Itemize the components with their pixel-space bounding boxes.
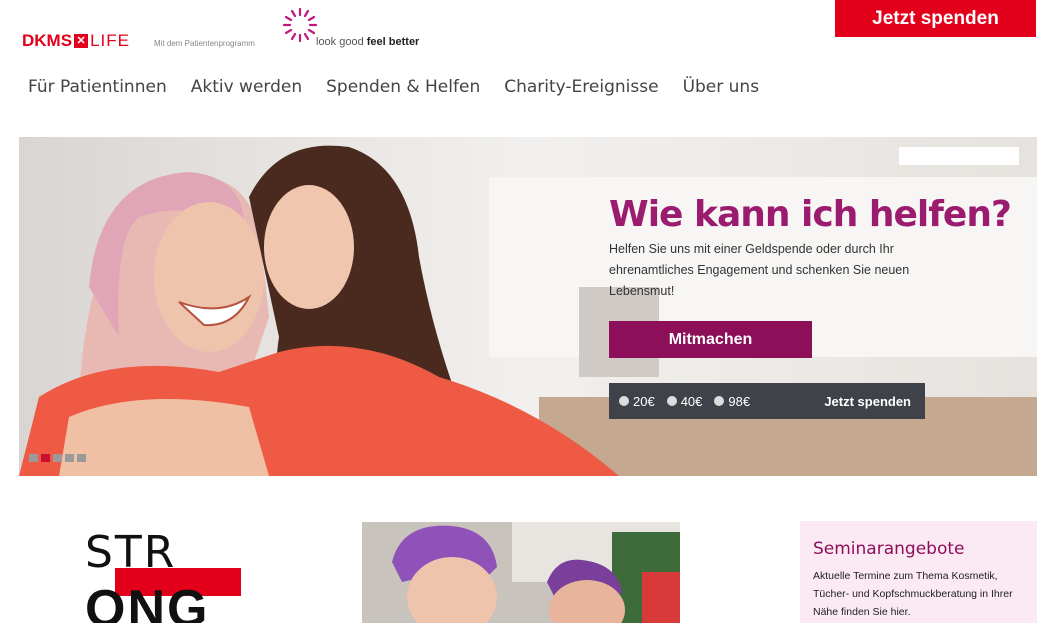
hero-description: Helfen Sie uns mit einer Geldspende oder… [609,242,910,298]
dkms-life-logo[interactable]: DKMS ✕ LIFE [22,31,130,51]
slider-dot-1[interactable] [29,454,38,462]
donate-option-label: 98€ [728,393,751,409]
donate-option-label: 40€ [680,393,703,409]
patients-teaser-image[interactable] [362,522,680,623]
radio-icon[interactable] [714,396,725,406]
donate-option-20[interactable]: 20€ [619,394,655,409]
donate-option-40[interactable]: 40€ [666,393,703,409]
slider-dot-5[interactable] [77,454,86,462]
slider-dot-2[interactable] [41,454,50,462]
hero-slider: Wie kann ich helfen? Helfen Sie uns mit … [19,137,1037,476]
radio-icon[interactable] [666,396,677,406]
quick-donate-bar: 20€ 40€ 98€ Jetzt spenden [609,383,925,419]
donate-option-label: 20€ [633,393,655,409]
strong-line1: STR [85,531,177,578]
lgfb-regular-text: look good [316,36,367,48]
logo-life-text: LIFE [90,31,130,50]
mitmachen-button[interactable]: Mitmachen [609,321,812,358]
logo-cross-icon: ✕ [74,34,89,48]
nav-item-aktiv-werden[interactable]: Aktiv werden [191,77,302,97]
hero-photo [19,137,1037,476]
seminar-teaser[interactable]: Seminarangebote Aktuelle Termine zum The… [800,521,1037,623]
nav-item-patientinnen[interactable]: Für Patientinnen [28,77,167,97]
logo-dkms-text: DKMS [22,31,73,50]
hero-title: Wie kann ich helfen? [609,194,1012,235]
look-good-feel-better-logo-icon[interactable] [281,6,319,44]
donate-option-98[interactable]: 98€ [714,394,750,409]
seminar-title: Seminarangebote [813,539,965,559]
radio-icon[interactable] [619,396,629,406]
main-nav: Für Patientinnen Aktiv werden Spenden & … [28,77,783,97]
slider-dot-4[interactable] [65,454,74,462]
patients-photo [362,522,680,623]
nav-item-spenden-helfen[interactable]: Spenden & Helfen [326,77,480,97]
strong-line2: ONG [85,580,210,623]
nav-item-ueber-uns[interactable]: Über uns [683,77,760,97]
donate-header-button[interactable]: Jetzt spenden [835,0,1036,37]
slider-dot-3[interactable] [53,454,62,462]
lgfb-bold-text: feel better [366,36,420,48]
strong-teaser-image[interactable]: STR ONG [85,531,241,623]
seminar-text: Aktuelle Termine zum Thema Kosmetik, Tüc… [813,570,1013,618]
lgfb-logo-text: look good feel better [316,36,419,48]
quick-donate-button[interactable]: Jetzt spenden [824,394,911,409]
nav-item-charity[interactable]: Charity-Ereignisse [504,77,658,97]
logo-tagline: Mit dem Patientenprogramm [154,39,255,48]
slider-pagination [29,454,86,462]
